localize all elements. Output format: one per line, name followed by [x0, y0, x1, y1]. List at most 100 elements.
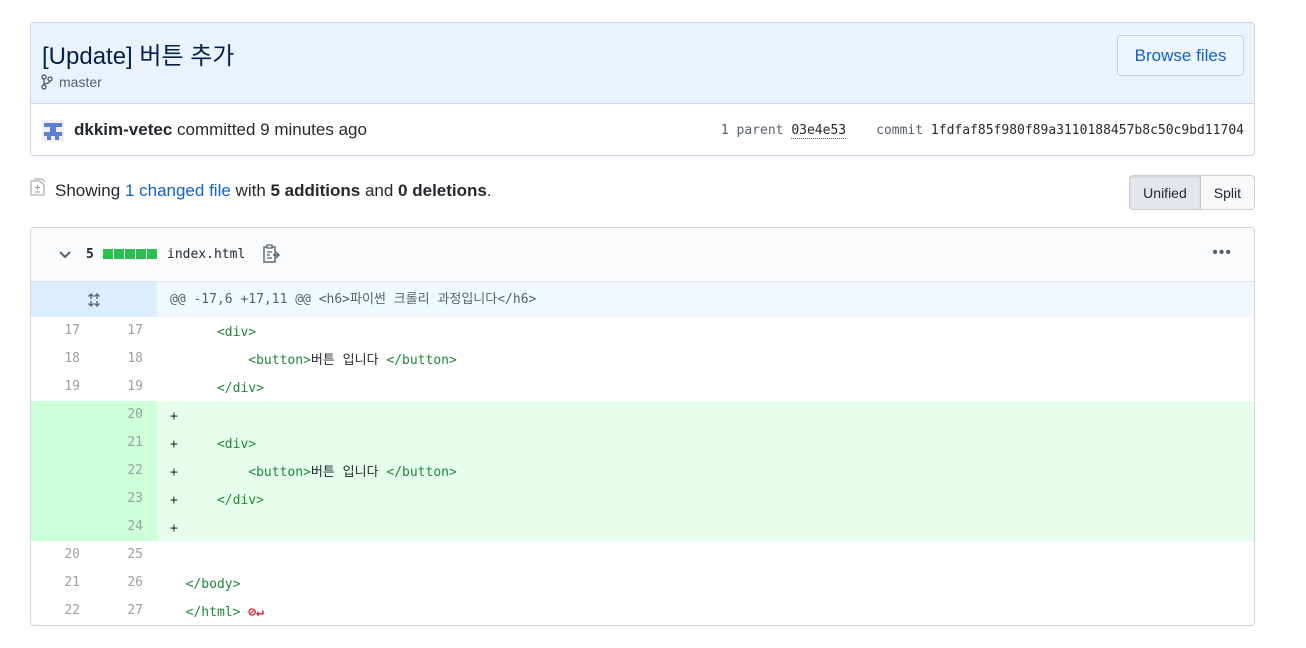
deletions-count: 0 deletions — [398, 181, 487, 200]
line-code — [157, 541, 1254, 569]
file-diff: 5 index.html ••• @@ -17,6 +17,11 @@ <h6>… — [30, 227, 1255, 626]
old-line-number[interactable]: 17 — [31, 317, 94, 345]
new-line-number[interactable]: 17 — [94, 317, 157, 345]
line-prefix — [170, 605, 186, 620]
file-header: 5 index.html ••• — [31, 228, 1254, 282]
line-prefix: + — [170, 493, 217, 508]
line-prefix: + — [170, 437, 217, 452]
new-line-number[interactable]: 23 — [94, 485, 157, 513]
line-prefix — [170, 381, 217, 396]
old-line-number[interactable] — [31, 457, 94, 485]
parent-label: 1 parent — [720, 123, 784, 138]
diff-summary: Showing 1 changed file with 5 additions … — [55, 181, 492, 201]
new-line-number[interactable]: 27 — [94, 597, 157, 625]
line-code: + — [157, 513, 1254, 541]
diffstat-bar — [103, 249, 157, 259]
new-line-number[interactable]: 22 — [94, 457, 157, 485]
html-tag: <button> — [248, 465, 311, 480]
branch-name[interactable]: master — [59, 74, 102, 90]
new-line-number[interactable]: 21 — [94, 429, 157, 457]
author-link[interactable]: dkkim-vetec — [74, 120, 172, 139]
line-code: </body> — [157, 569, 1254, 597]
diff-line-added: 22 + <button>버튼 입니다 </button> — [31, 457, 1254, 485]
diff-line: 20 25 — [31, 541, 1254, 569]
parent-sha-link[interactable]: 03e4e53 — [791, 123, 847, 139]
old-line-number[interactable] — [31, 401, 94, 429]
summary-period: . — [486, 181, 492, 200]
diff-line-added: 24 + — [31, 513, 1254, 541]
old-line-number[interactable]: 19 — [31, 373, 94, 401]
html-tag: </body> — [185, 577, 241, 592]
git-branch-icon — [41, 74, 53, 90]
line-code: <div> — [157, 317, 1254, 345]
line-prefix — [170, 325, 217, 340]
old-line-number[interactable] — [31, 513, 94, 541]
commit-box: [Update] 버튼 추가 master Browse files dkkim… — [30, 22, 1255, 156]
html-tag: <div> — [216, 437, 257, 452]
branch-info: master — [41, 74, 102, 90]
diff-line: 17 17 <div> — [31, 317, 1254, 345]
browse-files-button[interactable]: Browse files — [1117, 35, 1244, 76]
html-tag: </div> — [216, 381, 264, 396]
old-line-number[interactable]: 22 — [31, 597, 94, 625]
diffstat-block — [125, 249, 135, 259]
old-line-number[interactable] — [31, 485, 94, 513]
diffstat-count: 5 — [86, 247, 94, 262]
changed-files-link[interactable]: 1 changed file — [125, 181, 231, 200]
old-line-number[interactable]: 18 — [31, 345, 94, 373]
line-code: </html> ⊘↵ — [157, 597, 1254, 625]
hunk-header: @@ -17,6 +17,11 @@ <h6>파이썬 크롤리 과정입니다</h6… — [31, 282, 1254, 317]
hunk-text: @@ -17,6 +17,11 @@ <h6>파이썬 크롤리 과정입니다</h6… — [170, 292, 537, 307]
diff-rows: 17 17 <div> 18 18 <button>버튼 입니다 </button> 1… — [31, 317, 1254, 625]
old-line-number[interactable]: 21 — [31, 569, 94, 597]
html-tag: <button> — [248, 353, 311, 368]
new-line-number[interactable]: 26 — [94, 569, 157, 597]
new-line-number[interactable]: 20 — [94, 401, 157, 429]
summary-with: with — [230, 181, 271, 200]
file-name-link[interactable]: index.html — [167, 247, 245, 262]
commit-header: [Update] 버튼 추가 master Browse files — [31, 23, 1254, 104]
committed-text: committed — [172, 120, 261, 139]
summary-showing: Showing — [55, 181, 125, 200]
html-tag: </button> — [386, 465, 457, 480]
diffstat-block — [136, 249, 146, 259]
diff-line: 22 27 </html> ⊘↵ — [31, 597, 1254, 625]
commit-title: [Update] 버튼 추가 — [42, 43, 235, 70]
diff-line: 19 19 </div> — [31, 373, 1254, 401]
no-newline-icon: ⊘↵ — [248, 605, 264, 620]
chevron-down-icon[interactable] — [58, 250, 72, 260]
html-tag: </html> — [185, 605, 241, 620]
new-line-number[interactable]: 19 — [94, 373, 157, 401]
additions-count: 5 additions — [270, 181, 361, 200]
parent-info: 1 parent 03e4e53 — [720, 123, 847, 139]
avatar[interactable] — [42, 120, 64, 142]
old-line-number[interactable] — [31, 429, 94, 457]
new-line-number[interactable]: 25 — [94, 541, 157, 569]
commit-sha: 1fdfaf85f980f89a3110188457b8c50c9bd11704 — [930, 123, 1244, 138]
kebab-menu-icon[interactable]: ••• — [1212, 244, 1232, 262]
split-view-button[interactable]: Split — [1200, 175, 1255, 210]
line-code: <button>버튼 입니다 </button> — [157, 345, 1254, 373]
expand-icon[interactable] — [31, 282, 157, 317]
line-prefix — [170, 577, 186, 592]
diff-line-added: 21 + <div> — [31, 429, 1254, 457]
old-line-number[interactable]: 20 — [31, 541, 94, 569]
commit-meta: dkkim-vetec committed 9 minutes ago 1 pa… — [31, 104, 1254, 155]
clipboard-icon[interactable] — [262, 244, 280, 264]
unified-view-button[interactable]: Unified — [1129, 175, 1201, 210]
line-text: 버튼 입니다 — [310, 353, 387, 368]
file-diff-icon[interactable] — [30, 178, 46, 196]
new-line-number[interactable]: 24 — [94, 513, 157, 541]
summary-and: and — [360, 181, 399, 200]
line-code: + <button>버튼 입니다 </button> — [157, 457, 1254, 485]
new-line-number[interactable]: 18 — [94, 345, 157, 373]
diffstat-block — [114, 249, 124, 259]
diff-line: 21 26 </body> — [31, 569, 1254, 597]
line-code: </div> — [157, 373, 1254, 401]
line-text: 버튼 입니다 — [310, 465, 387, 480]
line-prefix — [170, 353, 248, 368]
commit-info: commit 1fdfaf85f980f89a3110188457b8c50c9… — [876, 123, 1244, 138]
line-prefix: + — [170, 465, 249, 480]
diff-line-added: 20 + — [31, 401, 1254, 429]
diff-view-toggle: Unified Split — [1129, 175, 1255, 210]
